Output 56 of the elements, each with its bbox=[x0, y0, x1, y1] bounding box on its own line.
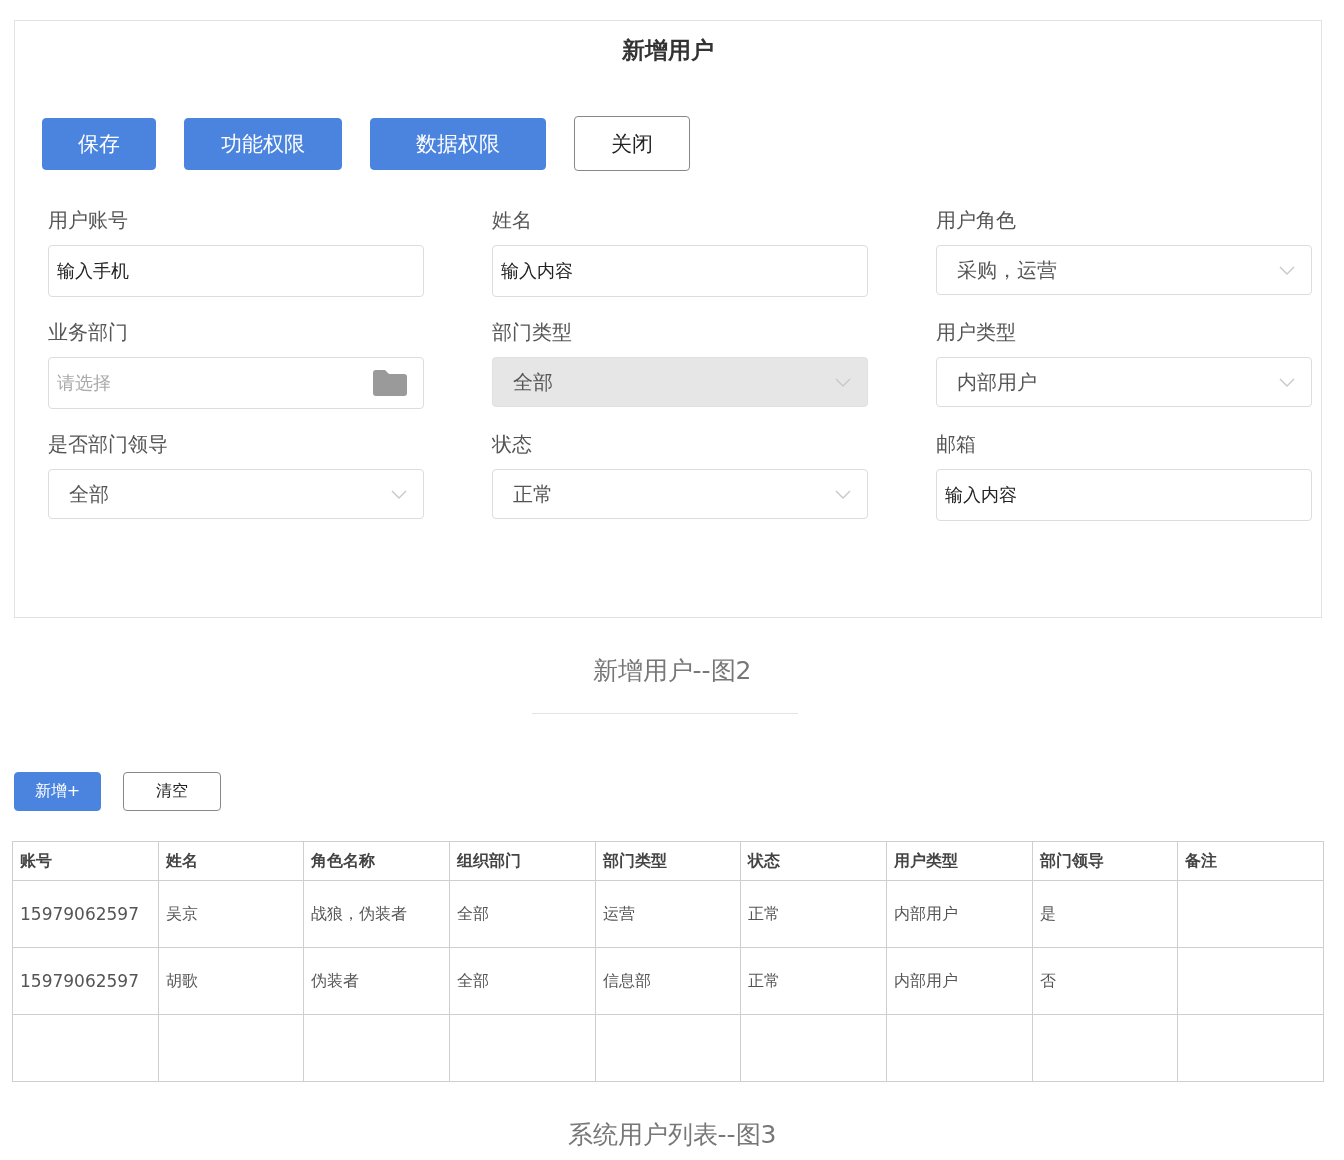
column-header: 部门类型 bbox=[595, 841, 741, 881]
table-cell: 全部 bbox=[449, 880, 596, 948]
column-header: 账号 bbox=[12, 841, 159, 881]
field-label: 用户角色 bbox=[936, 207, 1017, 234]
column-header: 部门领导 bbox=[1032, 841, 1178, 881]
column-header: 组织部门 bbox=[449, 841, 596, 881]
field-label: 业务部门 bbox=[48, 319, 129, 346]
chevron-down-icon bbox=[835, 489, 851, 499]
chevron-down-icon bbox=[1279, 377, 1295, 387]
input-field[interactable]: 输入手机 bbox=[48, 245, 424, 297]
field-label: 用户类型 bbox=[936, 319, 1017, 346]
chevron-down-icon bbox=[835, 377, 851, 387]
field-label: 姓名 bbox=[492, 207, 533, 234]
field-label: 邮箱 bbox=[936, 431, 977, 458]
chevron-down-icon bbox=[1279, 265, 1295, 275]
table-cell: 胡歌 bbox=[158, 947, 304, 1015]
chevron-down-icon bbox=[391, 489, 407, 499]
form-title: 新增用户 bbox=[621, 36, 715, 65]
column-header: 用户类型 bbox=[886, 841, 1033, 881]
table-cell: 正常 bbox=[740, 880, 887, 948]
table-cell: 是 bbox=[1032, 880, 1178, 948]
table-cell: 正常 bbox=[740, 947, 887, 1015]
table-cell: 信息部 bbox=[595, 947, 741, 1015]
table-cell: 15979062597 bbox=[12, 947, 159, 1015]
column-header: 姓名 bbox=[158, 841, 304, 881]
dropdown[interactable]: 采购，运营 bbox=[936, 245, 1312, 295]
field-label: 部门类型 bbox=[492, 319, 573, 346]
action-button[interactable]: 新增+ bbox=[14, 772, 101, 811]
table-cell: 全部 bbox=[449, 947, 596, 1015]
field-label: 用户账号 bbox=[48, 207, 129, 234]
dropdown[interactable]: 正常 bbox=[492, 469, 868, 519]
dropdown[interactable]: 内部用户 bbox=[936, 357, 1312, 407]
action-button[interactable]: 功能权限 bbox=[184, 118, 342, 170]
table-cell: 运营 bbox=[595, 880, 741, 948]
field-label: 是否部门领导 bbox=[48, 431, 169, 458]
column-header: 角色名称 bbox=[303, 841, 450, 881]
column-header: 状态 bbox=[740, 841, 887, 881]
action-button[interactable]: 关闭 bbox=[574, 116, 690, 171]
dropdown[interactable]: 全部 bbox=[48, 469, 424, 519]
table-cell: 吴京 bbox=[158, 880, 304, 948]
field-label: 状态 bbox=[492, 431, 533, 458]
table-cell: 战狼，伪装者 bbox=[303, 880, 450, 948]
input-field[interactable]: 输入内容 bbox=[936, 469, 1312, 521]
action-button[interactable]: 保存 bbox=[42, 118, 156, 170]
figure-caption: 系统用户列表--图3 bbox=[567, 1120, 777, 1149]
figure-caption: 新增用户--图2 bbox=[592, 656, 752, 685]
table-cell: 15979062597 bbox=[12, 880, 159, 948]
folder-icon[interactable] bbox=[373, 370, 407, 396]
column-header: 备注 bbox=[1177, 841, 1324, 881]
action-button[interactable]: 数据权限 bbox=[370, 118, 546, 170]
table-cell: 内部用户 bbox=[886, 947, 1033, 1015]
input-field[interactable]: 输入内容 bbox=[492, 245, 868, 297]
table-cell: 伪装者 bbox=[303, 947, 450, 1015]
table-cell: 否 bbox=[1032, 947, 1178, 1015]
table-cell: 内部用户 bbox=[886, 880, 1033, 948]
action-button[interactable]: 清空 bbox=[123, 772, 221, 811]
